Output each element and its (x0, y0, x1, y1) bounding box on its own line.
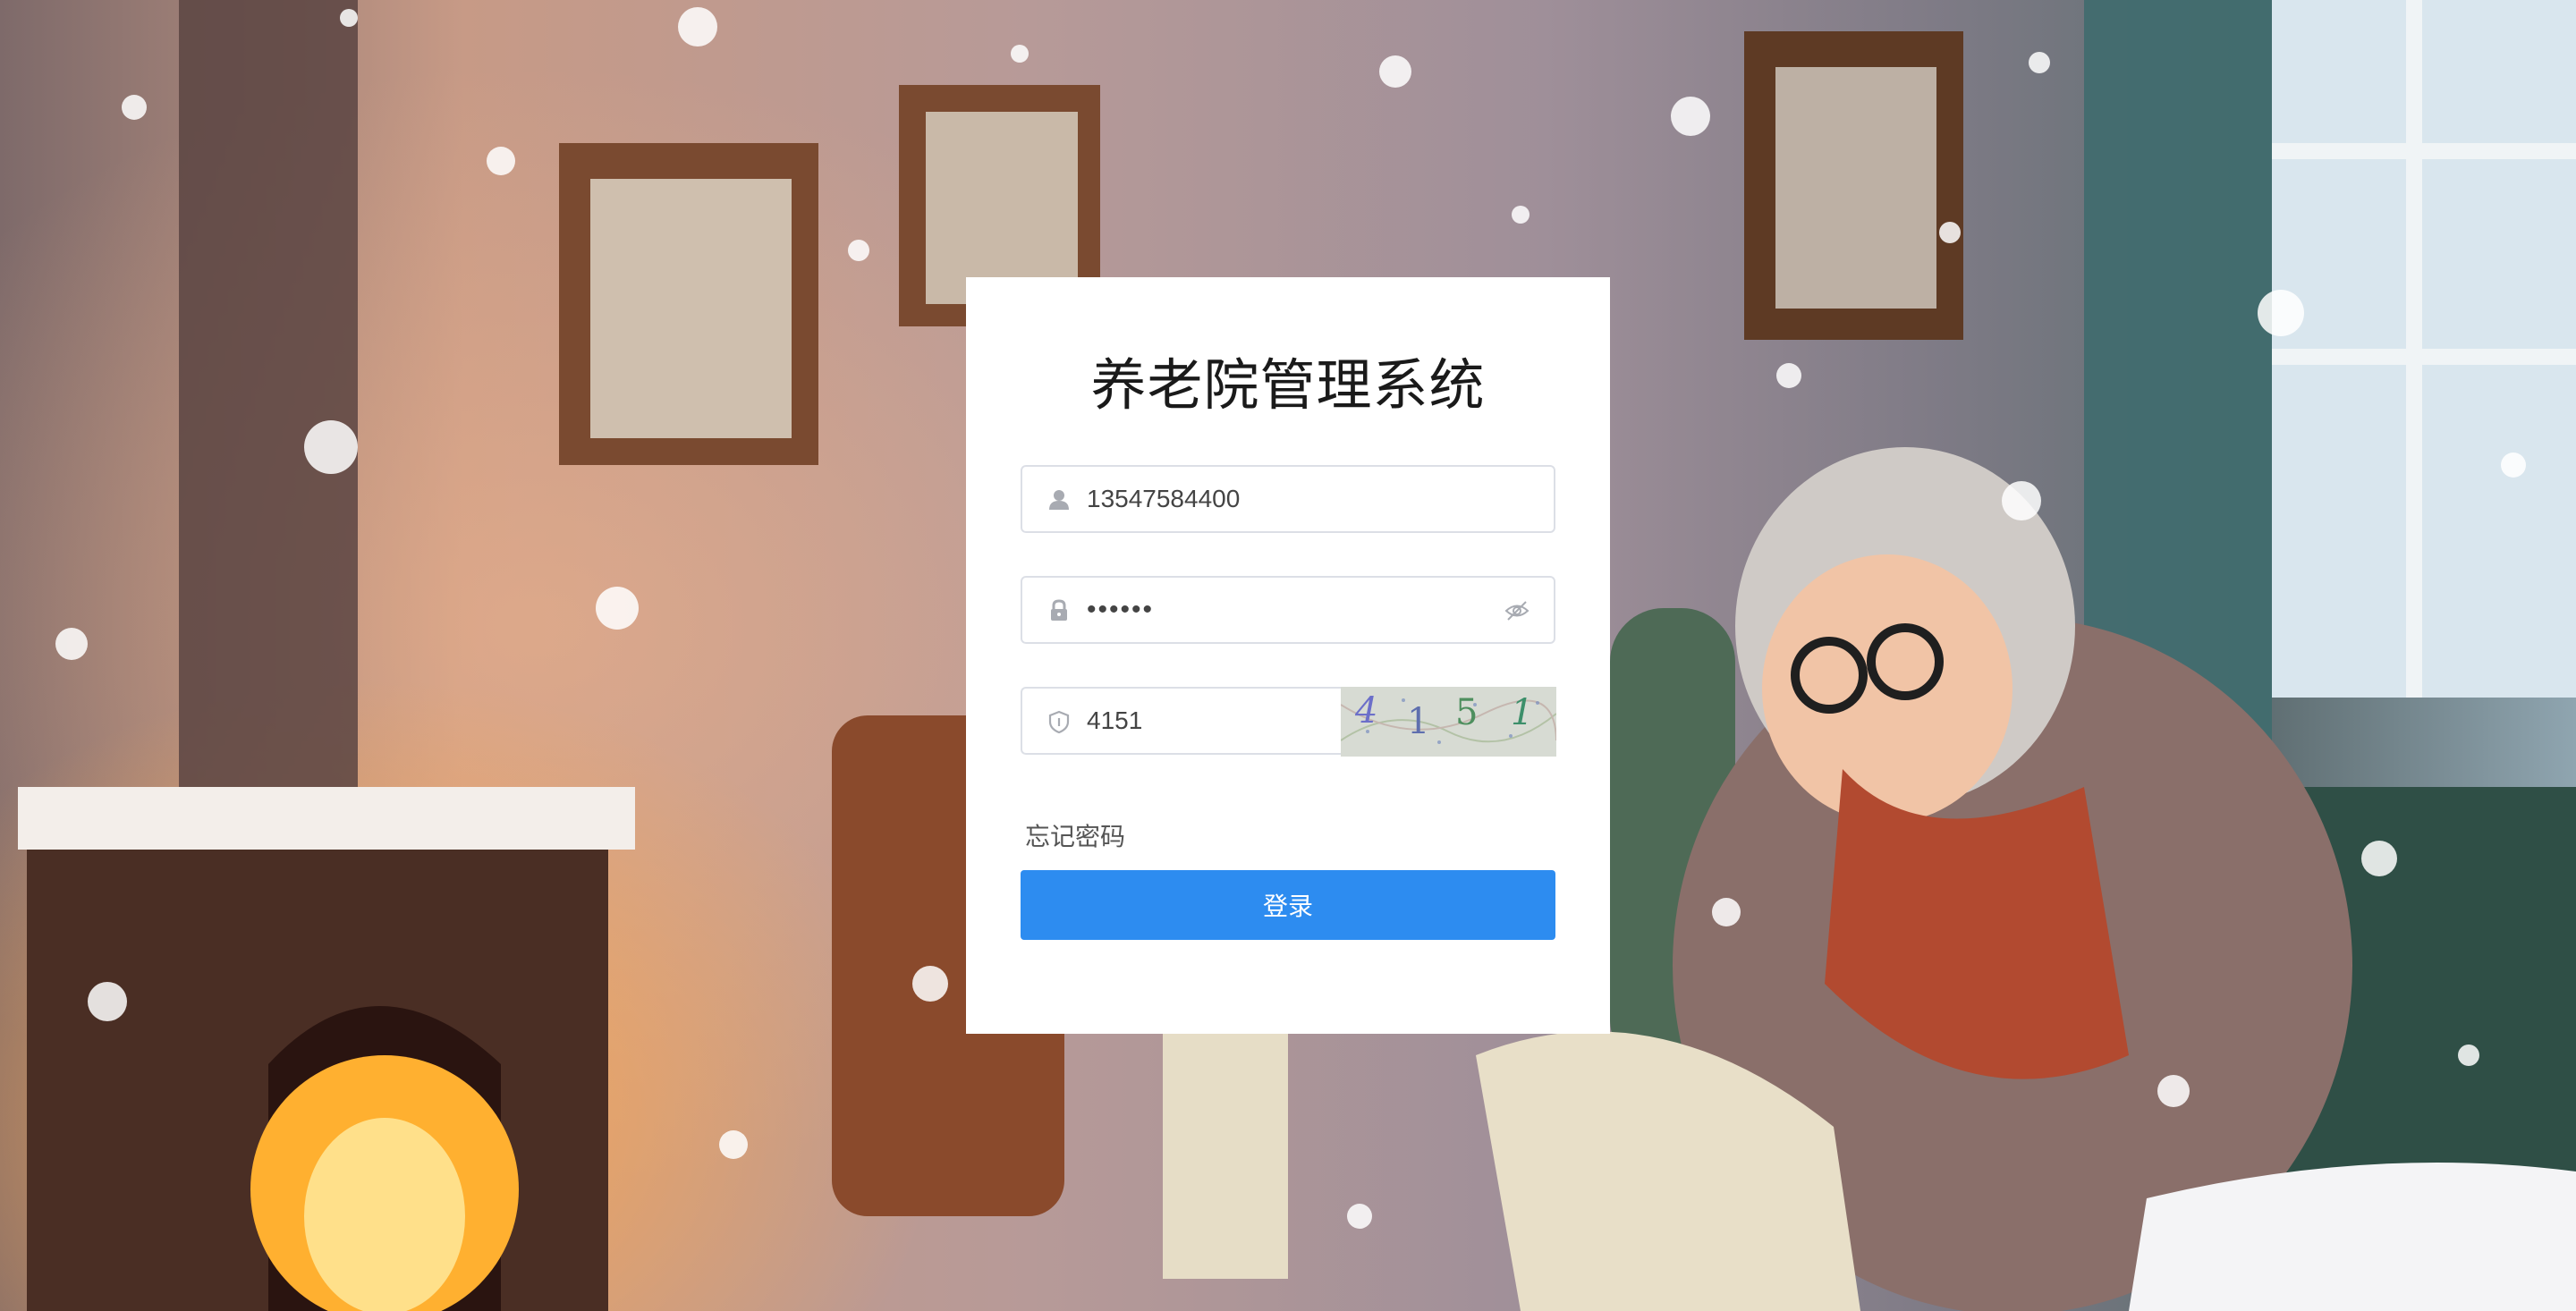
forgot-password-link[interactable]: 忘记密码 (1025, 817, 1125, 853)
password-field[interactable]: •••••• (1021, 576, 1555, 644)
captcha-image[interactable]: 4 1 5 1 (1341, 687, 1556, 757)
password-input[interactable]: •••••• (1087, 578, 1154, 642)
username-field[interactable]: 13547584400 (1021, 465, 1555, 533)
captcha-char-4: 1 (1511, 692, 1533, 733)
login-card: 养老院管理系统 13547584400 •••••• 4151 忘记密码 登录 (966, 277, 1610, 1034)
captcha-graphic: 4 1 5 1 (1341, 687, 1556, 757)
user-icon (1049, 490, 1069, 510)
eye-off-icon[interactable] (1504, 597, 1530, 624)
shield-icon (1048, 710, 1070, 733)
captcha-char-3: 5 (1455, 692, 1478, 733)
username-input[interactable]: 13547584400 (1087, 467, 1240, 531)
captcha-input[interactable]: 4151 (1087, 689, 1142, 753)
captcha-field[interactable]: 4151 (1021, 687, 1343, 755)
captcha-char-2: 1 (1407, 701, 1429, 742)
page-title: 养老院管理系统 (1090, 352, 1486, 418)
lock-icon (1051, 599, 1067, 621)
captcha-char-1: 4 (1354, 690, 1377, 732)
login-button[interactable]: 登录 (1021, 870, 1555, 940)
